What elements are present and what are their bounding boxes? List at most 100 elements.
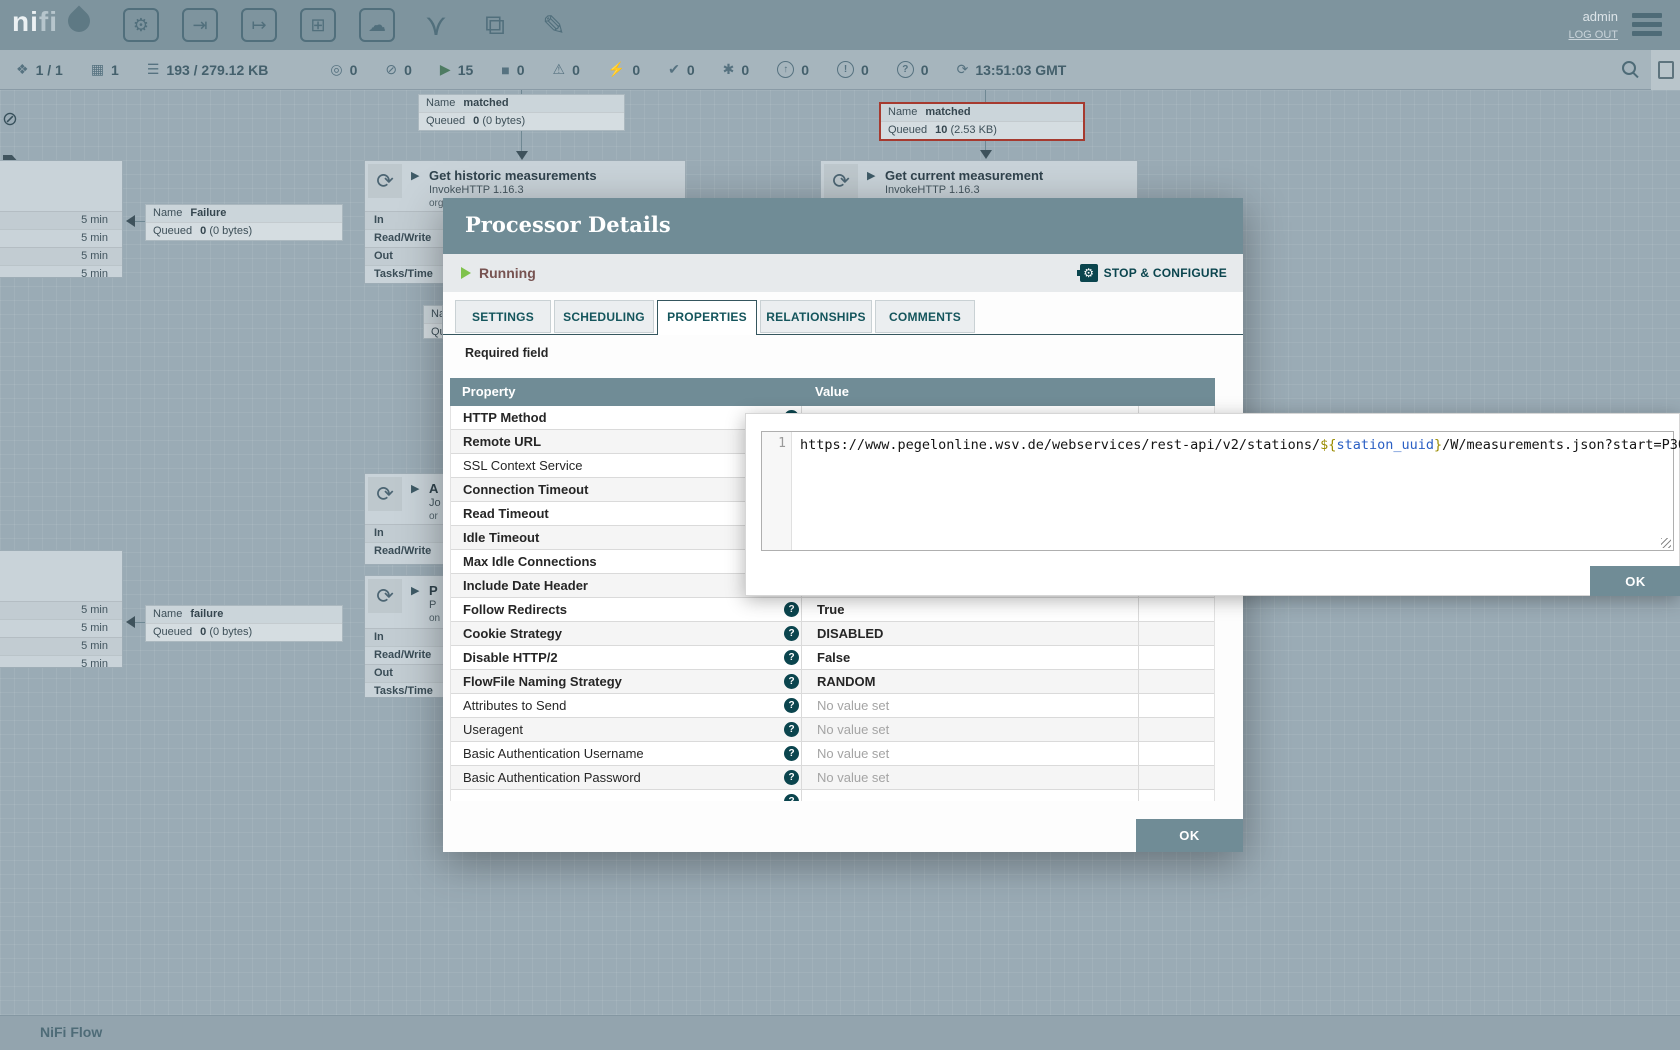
help-icon[interactable]: ? [784,674,799,689]
search-icon[interactable] [1622,61,1640,79]
processor-offscreen-left-top[interactable]: 5 min 5 min 5 min 5 min [0,160,123,278]
processor-name: P [429,583,438,598]
value-cell[interactable]: No value set [801,694,1138,717]
tab-settings[interactable]: SETTINGS [455,300,551,333]
disabled-icon: ⚡ [608,61,625,78]
queued-count: 0 [473,115,479,127]
el-open-token: ${ [1320,437,1336,453]
editor-ok-button[interactable]: OK [1590,566,1680,596]
status-sync-failure: ?0 [897,61,929,78]
not-transmitting-icon: ⊘ [385,61,397,78]
help-icon[interactable]: ? [784,626,799,641]
status-running: ▶15 [440,61,473,78]
connection-name-value: matched [463,97,508,109]
connection-label-fragment: Name Queued [423,305,443,339]
connection-label-failure-top[interactable]: NameFailure Queued0 (0 bytes) [145,204,343,241]
processor-type: InvokeHTTP 1.16.3 [429,184,524,196]
help-icon[interactable]: ? [784,770,799,785]
processor-type-icon: ⟳ [368,579,402,613]
dialog-title-bar: Processor Details [443,198,1243,254]
nifi-logo: nifi [12,6,58,38]
status-active-threads: ▦1 [91,61,119,78]
connection-queued-key: Queued [888,124,927,136]
help-icon[interactable]: ? [784,650,799,665]
status-stale: ↑0 [777,61,809,78]
stopped-icon: ■ [501,62,509,78]
processor-type-icon: ⟳ [824,164,858,198]
table-row: Follow Redirects?True [451,598,1214,622]
connection-label-failure-bottom[interactable]: Namefailure Queued0 (0 bytes) [145,605,343,642]
value-cell[interactable]: No value set [801,766,1138,789]
table-row: Basic Authentication Username?No value s… [451,742,1214,766]
queued-count: 0 [200,225,206,237]
queued-size: (0 bytes) [209,626,252,638]
value-cell[interactable]: No value set [801,718,1138,741]
run-status-icon: ▶ [867,169,875,182]
connection-label-matched-top[interactable]: Namematched Queued0 (0 bytes) [418,94,625,131]
resize-handle[interactable] [1661,538,1671,548]
processor-bundle: or [429,511,438,522]
help-icon[interactable]: ? [784,722,799,737]
connection-name-key: Name [888,106,917,118]
processor-name: Get current measurement [885,168,1043,183]
status-refresh[interactable]: ⟳13:51:03 GMT [957,61,1067,78]
connection-name-key: Name [153,207,182,219]
no-entry-icon: ⊘ [2,108,18,131]
status-modified-stale: !0 [837,61,869,78]
table-row: Attributes to Send?No value set [451,694,1214,718]
tab-comments[interactable]: COMMENTS [875,300,975,333]
connection-name-key: Name [426,97,455,109]
status-stopped: ■0 [501,62,524,78]
breadcrumb[interactable]: NiFi Flow [40,1024,102,1040]
value-cell[interactable]: DISABLED [801,622,1138,645]
funnel-toolbar-icon[interactable]: ⋎ [417,6,455,44]
tab-scheduling[interactable]: SCHEDULING [554,300,654,333]
value-cell[interactable] [801,790,1138,801]
process-group-toolbar-icon[interactable]: ⊞ [299,6,337,44]
current-user: admin [1583,9,1618,24]
value-cell[interactable]: RANDOM [801,670,1138,693]
tab-properties[interactable]: PROPERTIES [657,300,757,335]
dialog-ok-button[interactable]: OK [1136,819,1243,852]
value-cell[interactable]: True [801,598,1138,621]
remote-process-group-toolbar-icon[interactable]: ☁ [358,6,396,44]
output-port-toolbar-icon[interactable]: ↦ [240,6,278,44]
queued-size: (0 bytes) [209,225,252,237]
processor-type: P [429,599,436,611]
threads-icon: ▦ [91,61,104,78]
column-value: Value [815,384,849,399]
help-icon[interactable]: ? [784,698,799,713]
help-icon[interactable]: ? [784,602,799,617]
value-editor-textarea[interactable]: 1 https://www.pegelonline.wsv.de/webserv… [761,431,1674,551]
status-transmitting: ◎0 [330,61,357,78]
status-bar: ❖1 / 1 ▦1 ☰193 / 279.12 KB ◎0 ⊘0 ▶15 ■0 … [0,50,1680,90]
tab-relationships[interactable]: RELATIONSHIPS [760,300,872,333]
line-number-gutter: 1 [762,432,792,550]
breadcrumb-bar: NiFi Flow [0,1015,1680,1050]
locally-modified-icon: ✱ [723,61,735,78]
global-menu-icon[interactable] [1632,13,1662,37]
processor-offscreen-left-bottom[interactable]: 5 min 5 min 5 min 5 min [0,550,123,668]
queued-count: 10 [935,124,947,136]
value-editor-overlay: 1 https://www.pegelonline.wsv.de/webserv… [745,413,1680,596]
processor-toolbar-icon[interactable]: ⚙ [122,6,160,44]
template-toolbar-icon[interactable]: ⧉ [476,6,514,44]
label-toolbar-icon[interactable]: ✎ [535,6,573,44]
table-row: Basic Authentication Password?No value s… [451,766,1214,790]
run-status-icon: ▶ [411,169,419,182]
input-port-toolbar-icon[interactable]: ⇥ [181,6,219,44]
dialog-status-row: Running ⚙ STOP & CONFIGURE [443,254,1243,292]
help-icon[interactable]: ? [784,794,799,801]
nifi-droplet-icon [63,5,94,36]
panel-toggle-icon[interactable] [1651,50,1680,90]
connection-name-key: Name [153,608,182,620]
value-cell[interactable]: False [801,646,1138,669]
logout-link[interactable]: LOG OUT [1568,29,1618,41]
transmitting-icon: ◎ [330,61,342,78]
stop-and-configure-button[interactable]: ⚙ STOP & CONFIGURE [1080,264,1227,282]
help-icon[interactable]: ? [784,746,799,761]
refresh-icon: ⟳ [957,61,969,78]
processor-type-icon: ⟳ [368,477,402,511]
connection-label-matched-right[interactable]: Namematched Queued10 (2.53 KB) [879,102,1085,141]
value-cell[interactable]: No value set [801,742,1138,765]
